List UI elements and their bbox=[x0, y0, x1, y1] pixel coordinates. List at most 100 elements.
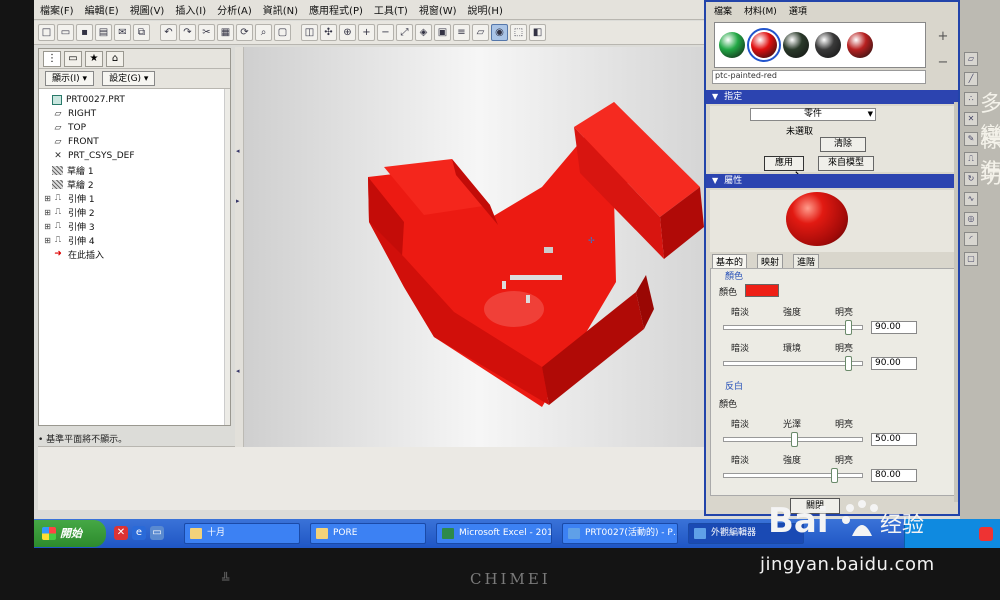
tree-item-extrude-1[interactable]: ⊞ ⎍ 引伸 1 bbox=[43, 191, 226, 205]
tree-scrollbar[interactable] bbox=[224, 89, 230, 425]
tree-item-front[interactable]: ▱ FRONT bbox=[43, 135, 226, 149]
regenerate-icon[interactable]: ⟳ bbox=[236, 24, 253, 41]
undo-icon[interactable]: ↶ bbox=[160, 24, 177, 41]
layers-icon[interactable]: ≡ bbox=[453, 24, 470, 41]
intensity-slider[interactable] bbox=[723, 320, 863, 335]
slider-thumb[interactable] bbox=[831, 468, 838, 483]
datum-axis-tool-icon[interactable]: ╱ bbox=[964, 72, 978, 86]
swatch-dark-red[interactable] bbox=[847, 32, 873, 58]
menu-insert[interactable]: 插入(I) bbox=[175, 2, 206, 17]
view-manager-icon[interactable]: ◈ bbox=[415, 24, 432, 41]
tree-item-csys[interactable]: ✕ PRT_CSYS_DEF bbox=[43, 149, 226, 163]
settings-dropdown[interactable]: 設定(G) ▾ bbox=[102, 71, 156, 86]
shell-tool-icon[interactable]: ▢ bbox=[964, 252, 978, 266]
csys-tool-icon[interactable]: ✕ bbox=[964, 112, 978, 126]
menu-edit[interactable]: 編輯(E) bbox=[85, 2, 119, 17]
swatch-green[interactable] bbox=[719, 32, 745, 58]
slider-thumb[interactable] bbox=[791, 432, 798, 447]
dialog-scrollbar[interactable] bbox=[954, 102, 958, 502]
clear-button[interactable]: 清除 bbox=[820, 137, 866, 152]
find-icon[interactable]: ⌕ bbox=[255, 24, 272, 41]
menu-window[interactable]: 視窗(W) bbox=[419, 2, 457, 17]
open-folder-icon[interactable]: ▭ bbox=[57, 24, 74, 41]
dialog-menu-file[interactable]: 檔案 bbox=[714, 4, 732, 17]
swatch-red-selected[interactable] bbox=[747, 28, 781, 62]
orient-icon[interactable]: ✣ bbox=[320, 24, 337, 41]
zoom-in-icon[interactable]: + bbox=[358, 24, 375, 41]
tree-item-sketch-2[interactable]: 草繪 2 bbox=[43, 177, 226, 191]
spin-center-icon[interactable]: ⊕ bbox=[339, 24, 356, 41]
dialog-menu-options[interactable]: 選項 bbox=[789, 4, 807, 17]
assign-section-header[interactable]: ▼ 指定 bbox=[706, 90, 958, 104]
shininess-slider[interactable] bbox=[723, 432, 863, 447]
menu-view[interactable]: 視圖(V) bbox=[130, 2, 165, 17]
swatch-dark-green[interactable] bbox=[783, 32, 809, 58]
menu-file[interactable]: 檔案(F) bbox=[40, 2, 74, 17]
shininess-value[interactable]: 50.00 bbox=[871, 433, 917, 446]
cut-icon[interactable]: ✂ bbox=[198, 24, 215, 41]
task-proe-part[interactable]: PRT0027(活動的) - P… bbox=[562, 523, 678, 544]
expand-arrow-icon[interactable]: ▸ bbox=[236, 197, 240, 205]
show-dropdown[interactable]: 顯示(I) ▾ bbox=[45, 71, 95, 86]
paste-icon[interactable]: ▦ bbox=[217, 24, 234, 41]
menu-applications[interactable]: 應用程式(P) bbox=[309, 2, 363, 17]
color-chip[interactable] bbox=[745, 284, 779, 297]
tree-item-part[interactable]: PRT0027.PRT bbox=[43, 93, 226, 107]
remove-icon[interactable]: − bbox=[932, 50, 954, 76]
ambient-value[interactable]: 90.00 bbox=[871, 357, 917, 370]
repaint-icon[interactable]: ◫ bbox=[301, 24, 318, 41]
task-folder-pore[interactable]: PORE bbox=[310, 523, 426, 544]
extrude-tool-icon[interactable]: ⎍ bbox=[964, 152, 978, 166]
start-button[interactable]: 開始 bbox=[34, 520, 106, 547]
collapse-arrow-icon[interactable]: ◂ bbox=[236, 367, 240, 375]
tree-item-insert-here[interactable]: ➜ 在此插入 bbox=[43, 247, 226, 261]
datum-plane-tool-icon[interactable]: ▱ bbox=[964, 52, 978, 66]
shading-icon[interactable]: ◧ bbox=[529, 24, 546, 41]
hole-tool-icon[interactable]: ◎ bbox=[964, 212, 978, 226]
expand-icon[interactable]: ⊞ bbox=[43, 194, 52, 203]
tab-map[interactable]: 映射 bbox=[757, 254, 784, 268]
sketch-tool-icon[interactable]: ✎ bbox=[964, 132, 978, 146]
expand-icon[interactable]: ⊞ bbox=[43, 208, 52, 217]
slider-thumb[interactable] bbox=[845, 356, 852, 371]
revolve-tool-icon[interactable]: ↻ bbox=[964, 172, 978, 186]
material-name-field[interactable]: ptc-painted-red bbox=[712, 70, 926, 84]
collapse-arrow-icon[interactable]: ◂ bbox=[236, 147, 240, 155]
connections-tab-icon[interactable]: ⌂ bbox=[106, 51, 124, 67]
datum-planes-icon[interactable]: ▱ bbox=[472, 24, 489, 41]
tree-item-extrude-2[interactable]: ⊞ ⎍ 引伸 2 bbox=[43, 205, 226, 219]
slider-thumb[interactable] bbox=[845, 320, 852, 335]
menu-info[interactable]: 資訊(N) bbox=[263, 2, 298, 17]
ie-icon[interactable]: e bbox=[132, 526, 146, 540]
sweep-tool-icon[interactable]: ∿ bbox=[964, 192, 978, 206]
tray-icon[interactable] bbox=[979, 527, 993, 541]
tree-item-right[interactable]: ▱ RIGHT bbox=[43, 107, 226, 121]
favorites-tab-icon[interactable]: ★ bbox=[85, 51, 103, 67]
from-model-button[interactable]: 來自模型 bbox=[818, 156, 874, 171]
tab-advanced[interactable]: 進階 bbox=[793, 254, 820, 268]
folder-browser-tab-icon[interactable]: ▭ bbox=[64, 51, 82, 67]
menu-analysis[interactable]: 分析(A) bbox=[217, 2, 252, 17]
task-folder-october[interactable]: 十月 bbox=[184, 523, 300, 544]
highlight-intensity-value[interactable]: 80.00 bbox=[871, 469, 917, 482]
zoom-out-icon[interactable]: − bbox=[377, 24, 394, 41]
expand-icon[interactable]: ⊞ bbox=[43, 222, 52, 231]
select-box-icon[interactable]: ▢ bbox=[274, 24, 291, 41]
print-icon[interactable]: ▤ bbox=[95, 24, 112, 41]
tree-item-top[interactable]: ▱ TOP bbox=[43, 121, 226, 135]
quicklaunch-icon[interactable]: ✕ bbox=[114, 526, 128, 540]
graphics-viewport[interactable]: ✢ bbox=[244, 47, 714, 447]
copy-icon[interactable]: ⧉ bbox=[133, 24, 150, 41]
redo-icon[interactable]: ↷ bbox=[179, 24, 196, 41]
ambient-slider[interactable] bbox=[723, 356, 863, 371]
expand-icon[interactable]: ⊞ bbox=[43, 236, 52, 245]
swatch-dark-gray[interactable] bbox=[815, 32, 841, 58]
properties-section-header[interactable]: ▼ 屬性 bbox=[706, 174, 958, 188]
appearance-icon[interactable]: ◉ bbox=[491, 24, 508, 41]
task-excel[interactable]: Microsoft Excel - 201… bbox=[436, 523, 552, 544]
intensity-value[interactable]: 90.00 bbox=[871, 321, 917, 334]
email-icon[interactable]: ✉ bbox=[114, 24, 131, 41]
tree-item-extrude-3[interactable]: ⊞ ⎍ 引伸 3 bbox=[43, 219, 226, 233]
highlight-intensity-slider[interactable] bbox=[723, 468, 863, 483]
assign-target-select[interactable]: 零件 ▼ bbox=[750, 108, 876, 121]
